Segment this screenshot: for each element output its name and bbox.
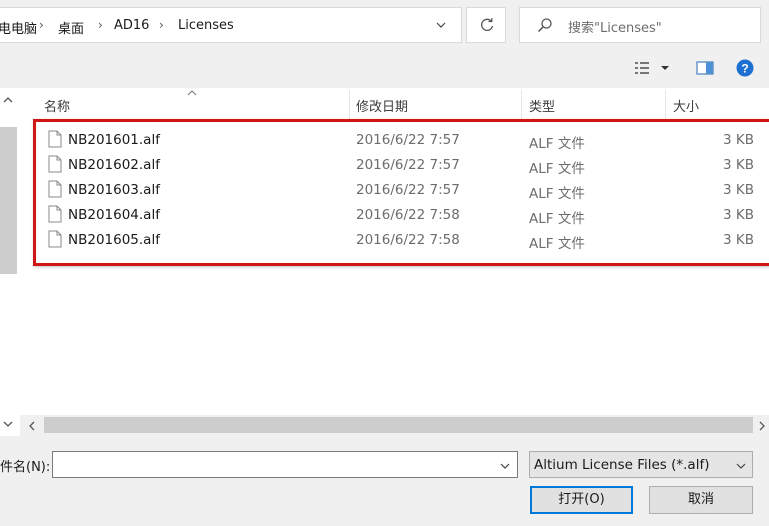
breadcrumb-item-licenses[interactable]: Licenses bbox=[178, 18, 234, 33]
scroll-right-icon[interactable] bbox=[757, 420, 767, 435]
column-divider[interactable] bbox=[521, 90, 522, 120]
toolbar: ? bbox=[0, 52, 769, 84]
chevron-down-icon bbox=[736, 460, 746, 475]
filename-dropdown-icon[interactable] bbox=[500, 460, 510, 475]
filename-label: 件名(N): bbox=[0, 460, 51, 475]
breadcrumb-separator-icon[interactable]: › bbox=[159, 18, 164, 32]
column-header-name[interactable]: 名称 bbox=[44, 96, 70, 115]
address-bar[interactable]: 电电脑 › 桌面 › AD16 › Licenses bbox=[0, 7, 462, 43]
scroll-down-icon[interactable] bbox=[3, 418, 13, 433]
search-placeholder: 搜索"Licenses" bbox=[568, 21, 662, 36]
horizontal-scrollbar-thumb[interactable] bbox=[44, 417, 753, 433]
column-header-size[interactable]: 大小 bbox=[673, 96, 699, 115]
column-divider[interactable] bbox=[349, 90, 350, 120]
search-icon bbox=[537, 17, 553, 37]
search-input[interactable]: 搜索"Licenses" bbox=[519, 7, 761, 43]
breadcrumb-item-desktop[interactable]: 桌面 bbox=[58, 18, 84, 37]
help-icon[interactable]: ? bbox=[736, 59, 754, 81]
breadcrumb-item-computer[interactable]: 电电脑 bbox=[0, 18, 37, 37]
scroll-left-icon[interactable] bbox=[27, 420, 37, 435]
open-button[interactable]: 打开(O) bbox=[530, 486, 633, 514]
address-history-dropdown-icon[interactable] bbox=[436, 17, 446, 36]
selection-highlight-box bbox=[33, 119, 769, 266]
preview-pane-icon[interactable] bbox=[696, 60, 714, 80]
sort-ascending-icon bbox=[187, 86, 197, 101]
column-header-type[interactable]: 类型 bbox=[529, 96, 555, 115]
breadcrumb-separator-icon[interactable]: › bbox=[98, 18, 103, 32]
svg-text:?: ? bbox=[741, 62, 748, 76]
breadcrumb-item-ad16[interactable]: AD16 bbox=[114, 18, 149, 33]
filename-field[interactable] bbox=[52, 451, 518, 478]
breadcrumb-separator-icon[interactable]: › bbox=[39, 18, 44, 32]
view-options-dropdown-icon[interactable] bbox=[660, 62, 670, 77]
view-list-icon[interactable] bbox=[634, 60, 650, 80]
scroll-up-icon[interactable] bbox=[3, 94, 13, 109]
refresh-button[interactable] bbox=[466, 7, 506, 43]
navigation-scrollbar-thumb[interactable] bbox=[0, 127, 17, 274]
refresh-icon bbox=[479, 17, 495, 37]
column-divider[interactable] bbox=[665, 90, 666, 120]
file-type-filter-value: Altium License Files (*.alf) bbox=[534, 457, 710, 473]
column-header-date[interactable]: 修改日期 bbox=[356, 96, 408, 115]
file-type-filter-select[interactable]: Altium License Files (*.alf) bbox=[529, 451, 753, 478]
cancel-button[interactable]: 取消 bbox=[649, 486, 753, 514]
